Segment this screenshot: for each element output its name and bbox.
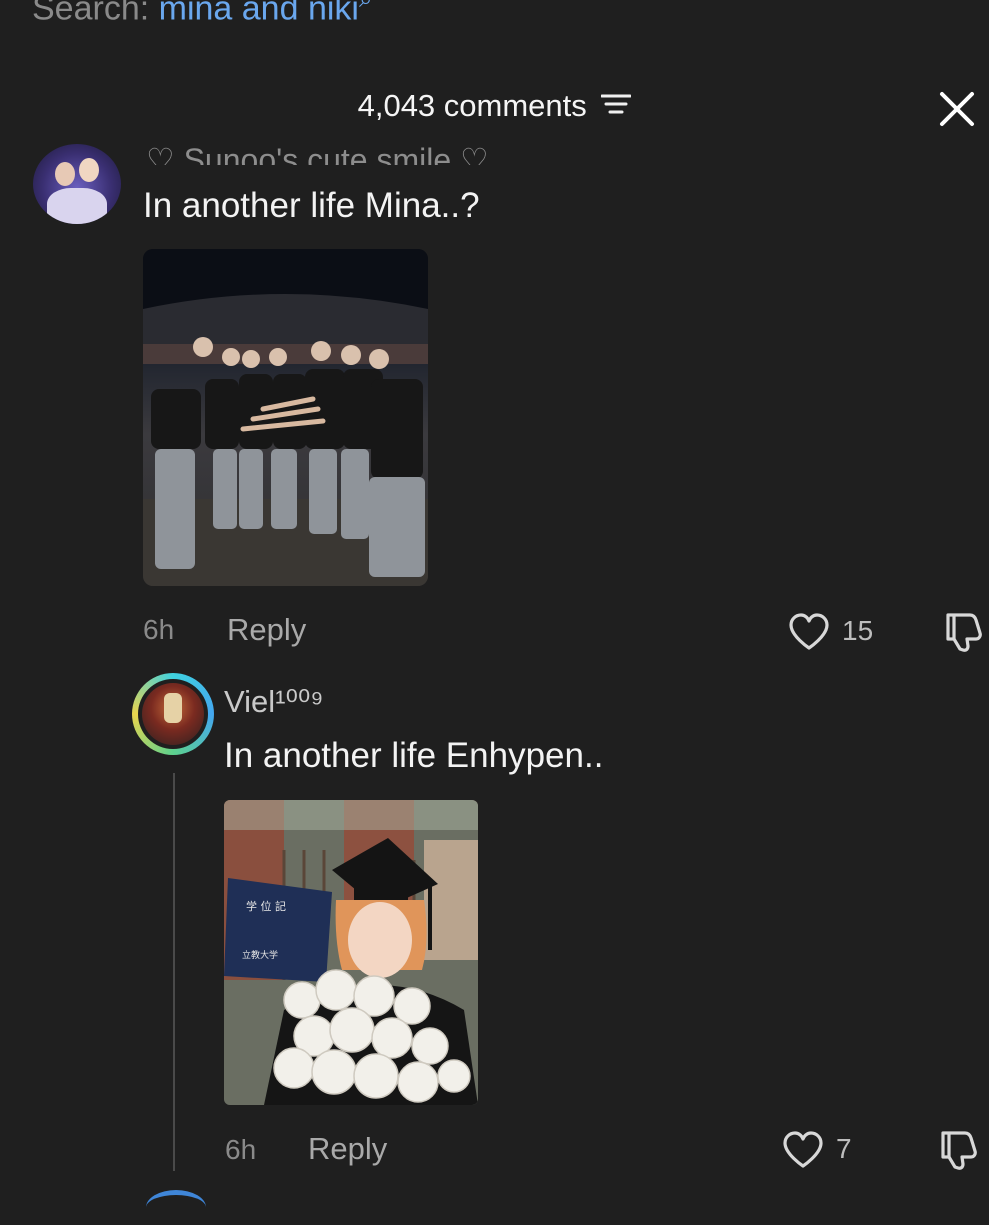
avatar-body: [47, 188, 107, 224]
search-bar[interactable]: Search: mina and niki⌕: [32, 0, 372, 28]
filter-lines-icon[interactable]: [600, 88, 632, 124]
comment-photo[interactable]: [143, 249, 428, 586]
heart-icon[interactable]: [781, 1130, 825, 1175]
avatar-face: [55, 162, 75, 186]
reply-text: In another life Enhypen..: [224, 736, 604, 775]
avatar-face: [79, 158, 99, 182]
comments-count: 4,043 comments: [357, 87, 587, 123]
heart-icon[interactable]: [787, 612, 831, 657]
avatar-figure: [164, 693, 182, 723]
reply-username[interactable]: Viel¹⁰⁰⁹: [224, 684, 324, 720]
comment-username[interactable]: ♡ Sunoo's cute smile ♡: [146, 138, 489, 165]
search-prefix: Search:: [32, 0, 159, 28]
search-icon[interactable]: ⌕: [359, 0, 372, 13]
reply-button[interactable]: Reply: [227, 612, 306, 648]
diploma-text: 立教大学: [242, 949, 278, 961]
comments-header: 4,043 comments: [0, 86, 989, 124]
comment-time: 6h: [143, 614, 175, 645]
reply-time: 6h: [225, 1134, 257, 1165]
thread-line: [173, 773, 175, 1171]
like-count: 15: [842, 615, 874, 646]
avatar[interactable]: [33, 144, 121, 224]
close-icon[interactable]: [936, 88, 978, 130]
diploma-text: 学 位 記: [246, 899, 286, 913]
comment-text: In another life Mina..?: [143, 186, 480, 225]
like-count: 7: [836, 1133, 852, 1164]
reply-button[interactable]: Reply: [308, 1131, 387, 1167]
dislike-icon[interactable]: [940, 611, 984, 658]
next-avatar-edge: [146, 1190, 206, 1225]
search-query[interactable]: mina and niki: [159, 0, 359, 27]
dislike-icon[interactable]: [935, 1129, 979, 1176]
avatar[interactable]: [132, 673, 214, 755]
reply-photo[interactable]: 学 位 記 立教大学: [224, 800, 478, 1105]
